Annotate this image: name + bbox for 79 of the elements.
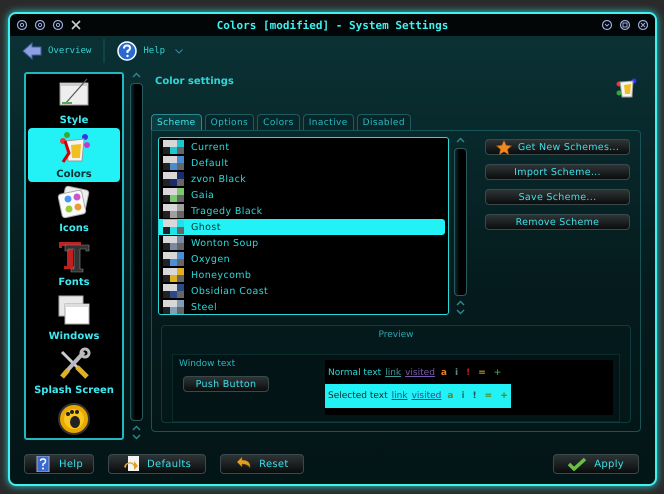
scroll-up-icon	[456, 137, 464, 144]
link-sample[interactable]: visited	[412, 391, 442, 401]
scheme-button[interactable]: Save Scheme...	[485, 189, 630, 205]
window-text-label: Window text	[179, 359, 236, 369]
scheme-item[interactable]: Current	[159, 139, 448, 155]
scrollbar[interactable]	[129, 72, 143, 440]
chevron-down-icon	[175, 48, 184, 54]
sidebar-item[interactable]: Splash Screen	[28, 344, 120, 398]
scheme-item[interactable]: Default	[159, 155, 448, 171]
close-icon	[637, 19, 649, 31]
reset-button[interactable]: Reset	[220, 454, 304, 474]
sidebar-item[interactable]: Colors	[28, 128, 120, 182]
paint-bucket-icon	[57, 130, 91, 164]
scheme-item[interactable]: Tragedy Black	[159, 203, 448, 219]
scheme-item[interactable]: Honeycomb	[159, 267, 448, 283]
scroll-arrows-icon	[132, 425, 140, 440]
push-button[interactable]: Push Button	[183, 376, 269, 392]
tab[interactable]: Disabled	[356, 114, 411, 130]
link-sample[interactable]: link	[385, 368, 402, 378]
help-button[interactable]: Help	[24, 454, 94, 474]
scheme-item[interactable]: Steel	[159, 299, 448, 314]
color-sample: !	[465, 368, 472, 378]
scheme-button[interactable]: Import Scheme...	[485, 164, 630, 180]
color-sample: =	[484, 391, 494, 401]
sample-text: Selected text	[328, 391, 388, 401]
foot-badge-icon	[57, 402, 91, 436]
help-book-icon	[35, 456, 51, 472]
defaults-button[interactable]: Defaults	[108, 454, 206, 474]
scheme-button[interactable]: Remove Scheme	[485, 214, 630, 230]
sidebar-item[interactable]: Fonts	[28, 236, 120, 290]
link-sample[interactable]: link	[392, 391, 408, 401]
color-sample: i	[454, 368, 460, 378]
back-arrow-icon	[22, 42, 42, 60]
sidebar-item[interactable]: Windows	[28, 290, 120, 344]
color-sample: a	[446, 391, 454, 401]
overview-button[interactable]: Overview	[18, 40, 96, 62]
scheme-item[interactable]: Oxygen	[159, 251, 448, 267]
tab[interactable]: Colors	[257, 114, 300, 130]
tab[interactable]: Options	[204, 114, 254, 130]
sample-text: Normal text	[328, 368, 382, 378]
color-sample: a	[440, 368, 448, 378]
scheme-item[interactable]: zvon Black	[159, 171, 448, 187]
color-sample: !	[472, 391, 478, 401]
scroll-up-icon	[132, 72, 140, 79]
tools-icon	[70, 19, 82, 31]
scheme-item[interactable]: Obsidian Coast	[159, 283, 448, 299]
color-sample: i	[460, 391, 466, 401]
checkmark-icon	[568, 457, 586, 471]
undo-page-icon	[123, 456, 139, 472]
tab[interactable]: Inactive	[302, 114, 354, 130]
maximize-icon	[619, 19, 631, 31]
color-sample: +	[499, 391, 509, 401]
color-sample: =	[477, 368, 487, 378]
scrollbar[interactable]	[453, 137, 467, 315]
sidebar-item[interactable]: Style	[28, 74, 120, 128]
icon-cards-icon	[57, 184, 91, 218]
help-button[interactable]: Help	[113, 39, 170, 63]
sidebar-item[interactable]: Icons	[28, 182, 120, 236]
scroll-arrows-icon	[456, 300, 464, 315]
tab[interactable]: Scheme	[151, 114, 202, 130]
circle-icon	[34, 19, 46, 31]
link-sample[interactable]: visited	[405, 368, 435, 378]
apply-button[interactable]: Apply	[553, 454, 639, 474]
star-icon	[496, 140, 512, 154]
circle-icon	[16, 19, 28, 31]
circle-icon	[52, 19, 64, 31]
window-title: Colors [modified] - System Settings	[216, 18, 450, 32]
scheme-item[interactable]: Gaia	[159, 187, 448, 203]
page-heading: Color settings	[155, 76, 234, 87]
scheme-button[interactable]: Get New Schemes...	[485, 139, 630, 155]
paint-bucket-icon	[615, 76, 637, 100]
preview-title: Preview	[377, 329, 415, 342]
windows-icon	[57, 292, 91, 326]
color-sample: +	[492, 368, 502, 378]
help-icon	[117, 41, 138, 61]
scheme-item[interactable]: Wonton Soup	[159, 235, 448, 251]
wrench-screwdriver-icon	[57, 346, 91, 380]
minimize-icon	[601, 19, 613, 31]
scheme-item[interactable]: Ghost	[159, 219, 445, 235]
